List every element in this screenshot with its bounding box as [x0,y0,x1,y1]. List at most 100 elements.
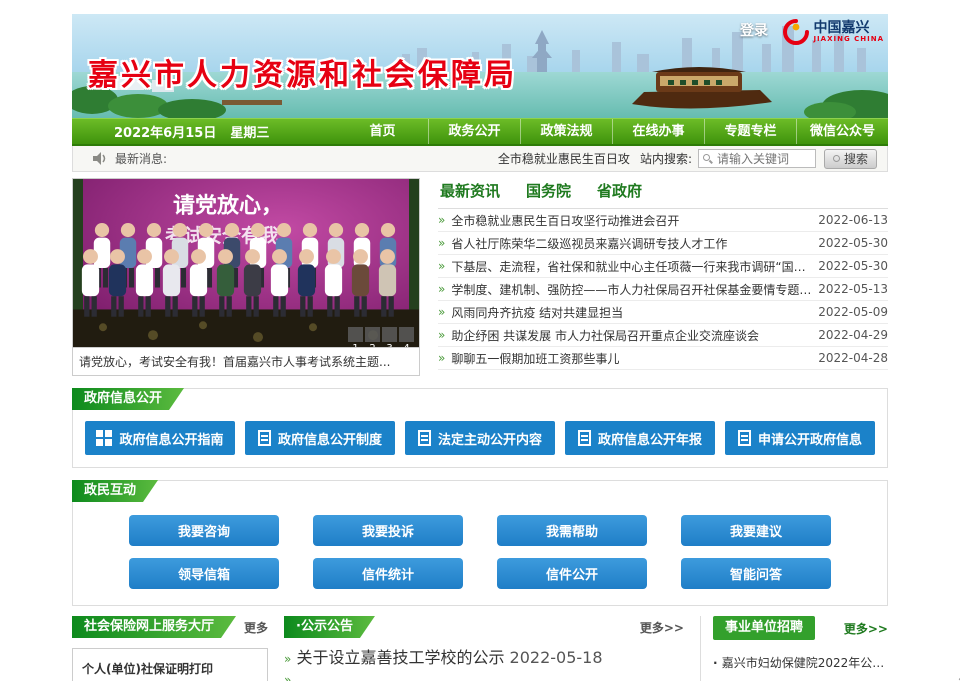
info-disclosure-section: 政府信息公开 政府信息公开指南 政府信息公开制度 法定主动公开内容 [72,388,888,468]
news-item[interactable]: » 助企纾困 共谋发展 市人力社保局召开重点企业交流座谈会 2022-04-29 [438,324,888,347]
news-item[interactable]: » 学制度、建机制、强防控——市人力社保局召开社保基金要情专题学习会 2022-… [438,278,888,301]
news-item-title: 风雨同舟齐抗疫 结对共建显担当 [451,304,812,321]
news-item-title: 省人社厅陈荣华二级巡视员来嘉兴调研专技人才工作 [451,235,812,252]
info-button-label: 政府信息公开年报 [598,429,702,448]
recruitment-column: 事业单位招聘 更多>> 嘉兴市妇幼保健院2022年公开...2022年嘉兴市属事… [700,616,888,681]
site-title: 嘉兴市人力资源和社会保障局 [88,50,517,94]
interaction-button[interactable]: 我要投诉 [313,515,463,546]
news-item-title: 全市稳就业惠民生百日攻坚行动推进会召开 [451,212,812,229]
news-item-date: 2022-05-30 [818,259,888,273]
photo-carousel: 请党放心， 考试安全有我 [72,178,420,376]
carousel-page-button[interactable]: 4 [399,327,414,342]
carousel-photo[interactable]: 请党放心， 考试安全有我 [72,178,420,348]
info-disclosure-button[interactable]: 申请公开政府信息 [725,421,875,455]
news-list: » 全市稳就业惠民生百日攻坚行动推进会召开 2022-06-13 » 省人社厅陈… [438,209,888,370]
weekday-text: 星期三 [230,122,269,141]
info-button-icon [96,430,112,446]
info-disclosure-button[interactable]: 政府信息公开指南 [85,421,235,455]
news-tabs: 最新资讯国务院省政府 [438,178,888,209]
info-disclosure-buttons: 政府信息公开指南 政府信息公开制度 法定主动公开内容 政府信息公开年报 [85,421,875,455]
info-button-label: 政府信息公开指南 [119,429,223,448]
search-box [698,149,816,168]
site-logo: 中国嘉兴 JIAXING CHINA [783,19,884,45]
nav-item[interactable]: 微信公众号 [796,119,888,144]
news-item[interactable]: » 聊聊五一假期加班工资那些事儿 2022-04-28 [438,347,888,370]
interaction-button[interactable]: 信件统计 [313,558,463,589]
info-disclosure-button[interactable]: 法定主动公开内容 [405,421,555,455]
recruitment-more-link[interactable]: 更多>> [844,620,888,637]
news-item-title: 助企纾困 共谋发展 市人力社保局召开重点企业交流座谈会 [451,327,812,344]
page: 嘉兴市人力资源和社会保障局 登录 中国嘉兴 JIAXING CHINA 2022… [72,0,888,681]
interaction-button[interactable]: 我需帮助 [497,515,647,546]
search-button[interactable]: 搜索 [824,149,877,169]
info-disclosure-button[interactable]: 政府信息公开年报 [565,421,715,455]
announcements-more-link[interactable]: 更多>> [640,619,684,636]
nav-item[interactable]: 在线办事 [612,119,704,144]
announcement-item[interactable]: » 关于公布嘉兴市人力资源和社会保障局2022年度重大行政决策事... 2022… [284,669,684,681]
carousel-caption[interactable]: 请党放心，考试安全有我！首届嘉兴市人事考试系统主题... [72,348,420,376]
svg-text:请党放心，: 请党放心， [173,193,283,219]
news-item-title: 学制度、建机制、强防控——市人力社保局召开社保基金要情专题学习会 [451,281,812,298]
search-input[interactable] [698,149,816,168]
nav-menu: 首页政务公开政策法规在线办事专题专栏微信公众号 [337,119,888,144]
carousel-page-button[interactable]: 1 [348,327,363,342]
social-insurance-list: 个人(单位)社保证明打印办事指南 [72,648,268,681]
search-button-label: 搜索 [844,150,868,167]
news-tab[interactable]: 国务院 [526,180,571,208]
recruitment-item[interactable]: 嘉兴市妇幼保健院2022年公开... [713,654,888,671]
info-disclosure-ribbon: 政府信息公开 [72,388,184,410]
double-arrow-icon: » [438,259,445,273]
news-item-date: 2022-06-13 [818,213,888,227]
double-arrow-icon: » [284,652,291,666]
jiaxing-logo-icon [783,19,809,45]
ticker-headline[interactable]: 全市稳就业惠民生百日攻 [498,150,630,167]
double-arrow-icon: » [438,351,445,365]
ticker-label: 最新消息: [115,150,167,167]
service-item[interactable]: 个人(单位)社保证明打印 [72,648,268,681]
double-arrow-icon: » [438,236,445,250]
news-tab[interactable]: 最新资讯 [440,180,500,208]
interaction-button[interactable]: 信件公开 [497,558,647,589]
announcement-item[interactable]: » 关于设立嘉善技工学校的公示 2022-05-18 [284,644,684,669]
interaction-button[interactable]: 我要咨询 [129,515,279,546]
search-button-icon [833,155,840,162]
news-item[interactable]: » 下基层、走流程，省社保和就业中心主任项薇一行来我市调研“国统”上线情况 20… [438,255,888,278]
news-item[interactable]: » 省人社厅陈荣华二级巡视员来嘉兴调研专技人才工作 2022-05-30 [438,232,888,255]
nav-item[interactable]: 政策法规 [520,119,612,144]
announcement-date: 2022-05-18 [510,648,603,667]
recruitment-header: 事业单位招聘 [713,616,815,640]
news-panel: 最新资讯国务院省政府 » 全市稳就业惠民生百日攻坚行动推进会召开 2022-06… [438,178,888,376]
news-tab[interactable]: 省政府 [597,180,642,208]
info-button-label: 政府信息公开制度 [278,429,382,448]
recruitment-list: 嘉兴市妇幼保健院2022年公开...2022年嘉兴市属事业单位公开...2022… [713,654,888,681]
logo-subtitle: JIAXING CHINA [813,35,884,43]
social-insurance-more-link[interactable]: 更多 [244,619,268,636]
nav-item[interactable]: 首页 [337,119,428,144]
logo-title: 中国嘉兴 [813,21,884,35]
info-button-label: 法定主动公开内容 [438,429,542,448]
date-text: 2022年6月15日 [114,122,216,141]
info-button-icon [738,430,751,446]
news-item-date: 2022-05-30 [818,236,888,250]
group-photo-illustration: 请党放心， 考试安全有我 [73,179,419,347]
double-arrow-icon: » [438,328,445,342]
nav-item[interactable]: 专题专栏 [704,119,796,144]
interaction-section: 政民互动 我要咨询 我要投诉 我需帮助 我要建议领导信箱 信件统计 信件公开 智能问答 [72,480,888,606]
carousel-page-button[interactable]: 3 [382,327,397,342]
interaction-button[interactable]: 我要建议 [681,515,831,546]
info-button-label: 申请公开政府信息 [758,429,862,448]
interaction-button[interactable]: 智能问答 [681,558,831,589]
nav-item[interactable]: 政务公开 [428,119,520,144]
interaction-ribbon: 政民互动 [72,480,158,502]
news-item[interactable]: » 风雨同舟齐抗疫 结对共建显担当 2022-05-09 [438,301,888,324]
carousel-page-button[interactable]: 2 [365,327,380,342]
interaction-button[interactable]: 领导信箱 [129,558,279,589]
double-arrow-icon: » [438,282,445,296]
info-button-icon [578,430,591,446]
info-disclosure-button[interactable]: 政府信息公开制度 [245,421,395,455]
announcements-column: ·公示公告 更多>> » 关于设立嘉善技工学校的公示 2022-05-18 » … [284,616,684,681]
news-item[interactable]: » 全市稳就业惠民生百日攻坚行动推进会召开 2022-06-13 [438,209,888,232]
login-link[interactable]: 登录 [740,20,768,40]
news-ticker-bar: 最新消息: 全市稳就业惠民生百日攻 站内搜索: 搜索 [72,146,888,172]
social-insurance-column: 社会保险网上服务大厅 更多 个人(单位)社保证明打印办事指南 [72,616,268,681]
